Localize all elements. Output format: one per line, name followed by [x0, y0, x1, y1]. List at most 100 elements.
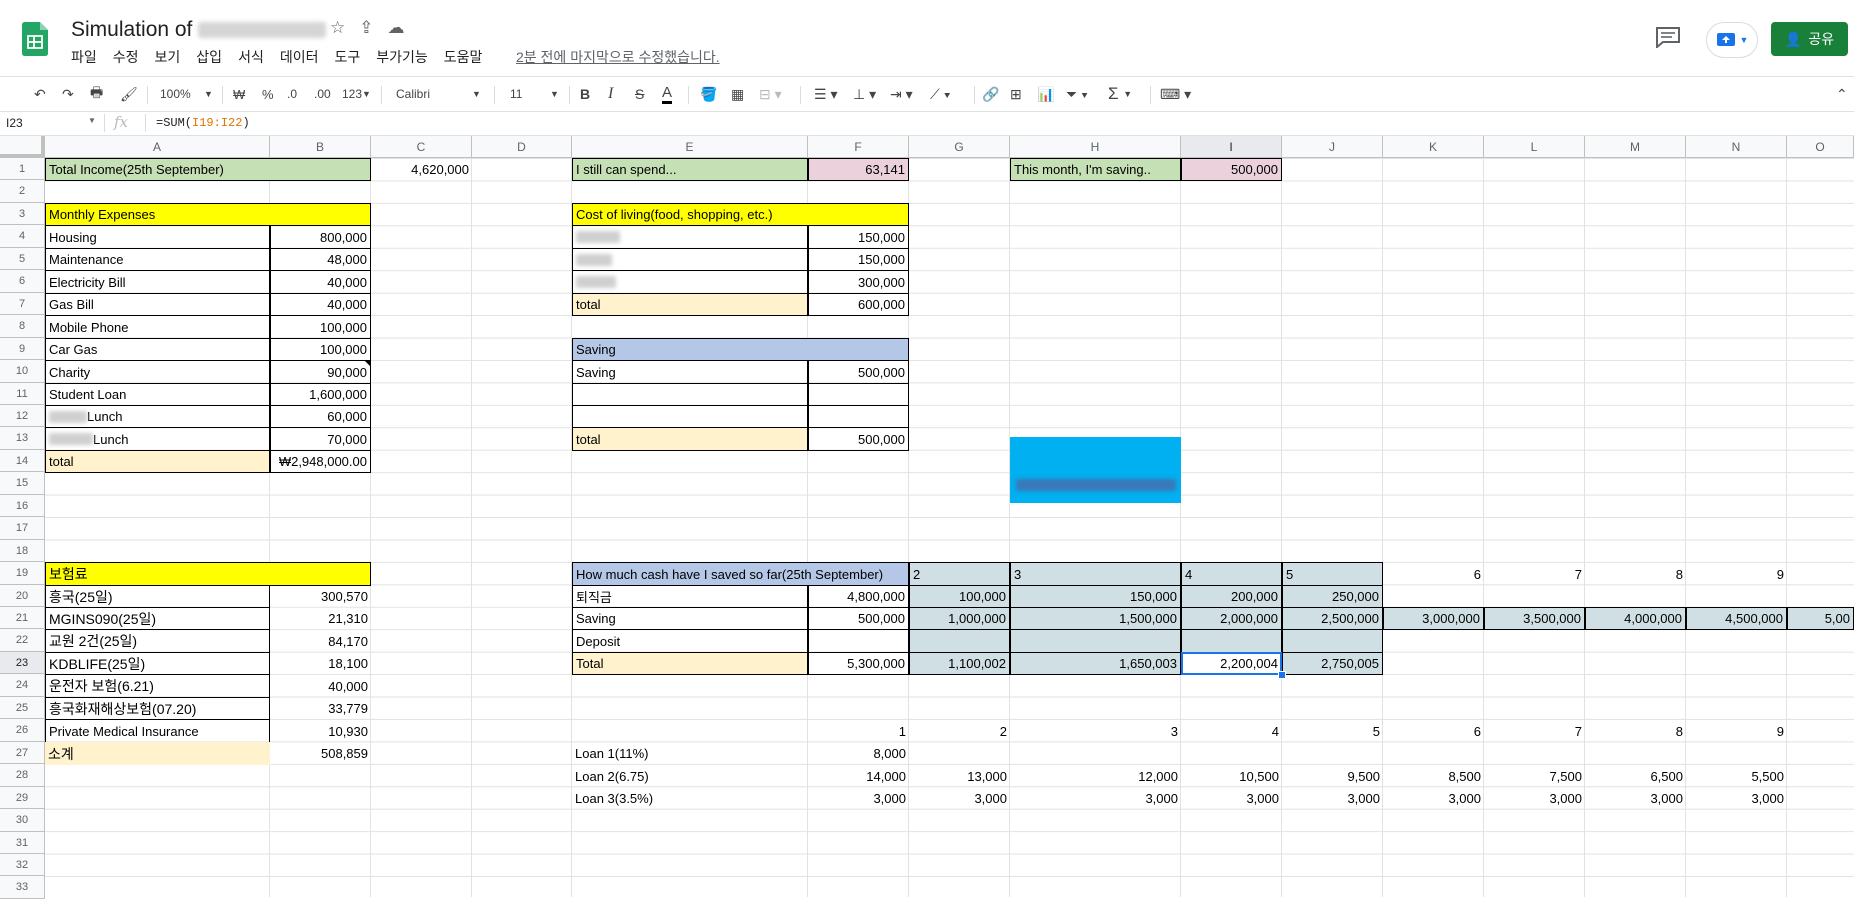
menu-tools[interactable]: 도구	[334, 47, 368, 67]
cash-value-cell[interactable]: 100,000	[909, 585, 1010, 608]
expense-label-cell[interactable]: Mobile Phone	[45, 315, 270, 339]
cash-value-cell[interactable]: 4,000,000	[1585, 607, 1686, 630]
saving-total-label[interactable]: total	[572, 427, 808, 451]
insurance-label-cell[interactable]: MGINS090(25일)	[45, 607, 270, 630]
expense-value-cell[interactable]: 100,000	[270, 338, 371, 361]
cost-item-label-cell[interactable]	[572, 270, 808, 294]
menu-addons[interactable]: 부가기능	[376, 47, 436, 67]
insurance-value-cell[interactable]: 40,000	[270, 674, 371, 698]
column-header-m[interactable]: M	[1585, 136, 1686, 158]
cash-value-cell[interactable]: 150,000	[1010, 585, 1181, 608]
loan-value-cell[interactable]: 5,500	[1686, 764, 1787, 788]
text-color-button[interactable]: A	[662, 83, 673, 104]
loan-value-cell[interactable]	[909, 742, 1010, 765]
cash-value-cell[interactable]	[1484, 652, 1585, 675]
loan-value-cell[interactable]	[1585, 742, 1686, 765]
cash-period-header[interactable]: 9	[1686, 562, 1787, 586]
row-header-25[interactable]: 25	[0, 697, 45, 719]
cash-value-cell[interactable]: 5,00	[1787, 607, 1854, 630]
present-button[interactable]: ▼	[1706, 22, 1758, 58]
saving-label-cell[interactable]: Saving	[572, 360, 808, 384]
expense-label-cell[interactable]: Student Loan	[45, 383, 270, 406]
cash-value-cell[interactable]	[1686, 652, 1787, 675]
column-header-n[interactable]: N	[1686, 136, 1787, 158]
cash-value-cell[interactable]	[1282, 629, 1383, 653]
horizontal-align-icon[interactable]: ☰ ▾	[814, 83, 837, 105]
menu-format[interactable]: 서식	[238, 47, 272, 67]
cash-value-cell[interactable]: 2,000,000	[1181, 607, 1282, 630]
functions-button[interactable]: Σ ▼	[1108, 83, 1132, 105]
cash-value-cell[interactable]	[1383, 585, 1484, 608]
cash-value-cell[interactable]: 5,300,000	[808, 652, 909, 675]
cash-value-cell[interactable]: 4,500,000	[1686, 607, 1787, 630]
cash-row-label[interactable]: 퇴직금	[572, 585, 808, 608]
loan-value-cell[interactable]: 12,000	[1010, 764, 1181, 788]
column-header-c[interactable]: C	[371, 136, 472, 158]
row-header-27[interactable]: 27	[0, 742, 45, 764]
fill-handle[interactable]	[1278, 671, 1286, 679]
menu-view[interactable]: 보기	[155, 47, 189, 67]
cost-item-value-cell[interactable]: 150,000	[808, 248, 909, 271]
row-header-3[interactable]: 3	[0, 203, 45, 225]
column-header-i[interactable]: I	[1181, 136, 1282, 158]
saving-total-value[interactable]: 500,000	[808, 427, 909, 451]
row-header-29[interactable]: 29	[0, 787, 45, 809]
vertical-align-icon[interactable]: ⊥ ▾	[853, 83, 876, 105]
column-header-f[interactable]: F	[808, 136, 909, 158]
cash-value-cell[interactable]: 2,500,000	[1282, 607, 1383, 630]
row-header-19[interactable]: 19	[0, 562, 45, 585]
saving-header[interactable]: Saving	[572, 338, 909, 361]
embedded-image[interactable]	[1010, 437, 1181, 503]
loan-value-cell[interactable]: 3,000	[1010, 787, 1181, 810]
insurance-value-cell[interactable]: 33,779	[270, 697, 371, 720]
menu-file[interactable]: 파일	[71, 47, 105, 67]
loan-label-cell[interactable]: Loan 1(11%)	[572, 742, 808, 765]
cost-of-living-header[interactable]: Cost of living(food, shopping, etc.)	[572, 203, 909, 226]
saving-month-label-cell[interactable]: This month, I'm saving..	[1010, 158, 1181, 181]
cash-row-label[interactable]: Total	[572, 652, 808, 675]
loan-value-cell[interactable]	[1282, 742, 1383, 765]
expense-label-cell[interactable]: Electricity Bill	[45, 270, 270, 294]
insurance-value-cell[interactable]: 18,100	[270, 652, 371, 675]
share-button[interactable]: 👤 공유	[1771, 22, 1848, 56]
cash-value-cell[interactable]	[1585, 629, 1686, 653]
cash-value-cell[interactable]	[1383, 629, 1484, 653]
row-header-11[interactable]: 11	[0, 383, 45, 405]
text-rotate-icon[interactable]: ⟋ ▾	[930, 83, 951, 105]
input-tools-icon[interactable]: ⌨ ▾	[1160, 83, 1191, 105]
cloud-status-icon[interactable]: ☁	[388, 18, 405, 38]
column-header-b[interactable]: B	[270, 136, 371, 158]
loan-period-header[interactable]: 4	[1181, 719, 1282, 743]
row-header-32[interactable]: 32	[0, 854, 45, 876]
borders-icon[interactable]: ▦	[731, 83, 744, 105]
italic-button[interactable]: I	[608, 83, 613, 105]
loan-period-header[interactable]: 7	[1484, 719, 1585, 743]
menu-insert[interactable]: 삽입	[196, 47, 230, 67]
sheets-logo-icon[interactable]	[22, 22, 48, 56]
cash-period-header[interactable]: 5	[1282, 562, 1383, 586]
cash-value-cell[interactable]	[1383, 652, 1484, 675]
saving-month-value-cell[interactable]: 500,000	[1181, 158, 1282, 181]
spend-label-cell[interactable]: I still can spend...	[572, 158, 808, 181]
row-header-20[interactable]: 20	[0, 585, 45, 607]
cash-value-cell[interactable]	[1585, 585, 1686, 608]
expense-value-cell[interactable]: 90,000	[270, 360, 371, 384]
insurance-value-cell[interactable]: 84,170	[270, 629, 371, 653]
expenses-total-value[interactable]: ₩2,948,000.00	[270, 450, 371, 473]
percent-format-button[interactable]: %	[262, 83, 274, 105]
cash-value-cell[interactable]	[1181, 629, 1282, 653]
loan-value-cell[interactable]: 10,500	[1181, 764, 1282, 788]
row-header-7[interactable]: 7	[0, 293, 45, 315]
loan-value-cell[interactable]: 13,000	[909, 764, 1010, 788]
income-label-cell[interactable]: Total Income(25th September)	[45, 158, 371, 181]
loan-value-cell[interactable]: 14,000	[808, 764, 909, 788]
insurance-label-cell[interactable]: 흥국(25일)	[45, 585, 270, 608]
spend-value-cell[interactable]: 63,141	[808, 158, 909, 181]
cash-value-cell[interactable]: 2,750,005	[1282, 652, 1383, 675]
monthly-expenses-header[interactable]: Monthly Expenses	[45, 203, 371, 226]
row-header-16[interactable]: 16	[0, 495, 45, 517]
loan-value-cell[interactable]	[1181, 742, 1282, 765]
row-header-22[interactable]: 22	[0, 629, 45, 652]
loan-value-cell[interactable]: 3,000	[1484, 787, 1585, 810]
increase-decimal-button[interactable]: .00	[314, 83, 331, 105]
